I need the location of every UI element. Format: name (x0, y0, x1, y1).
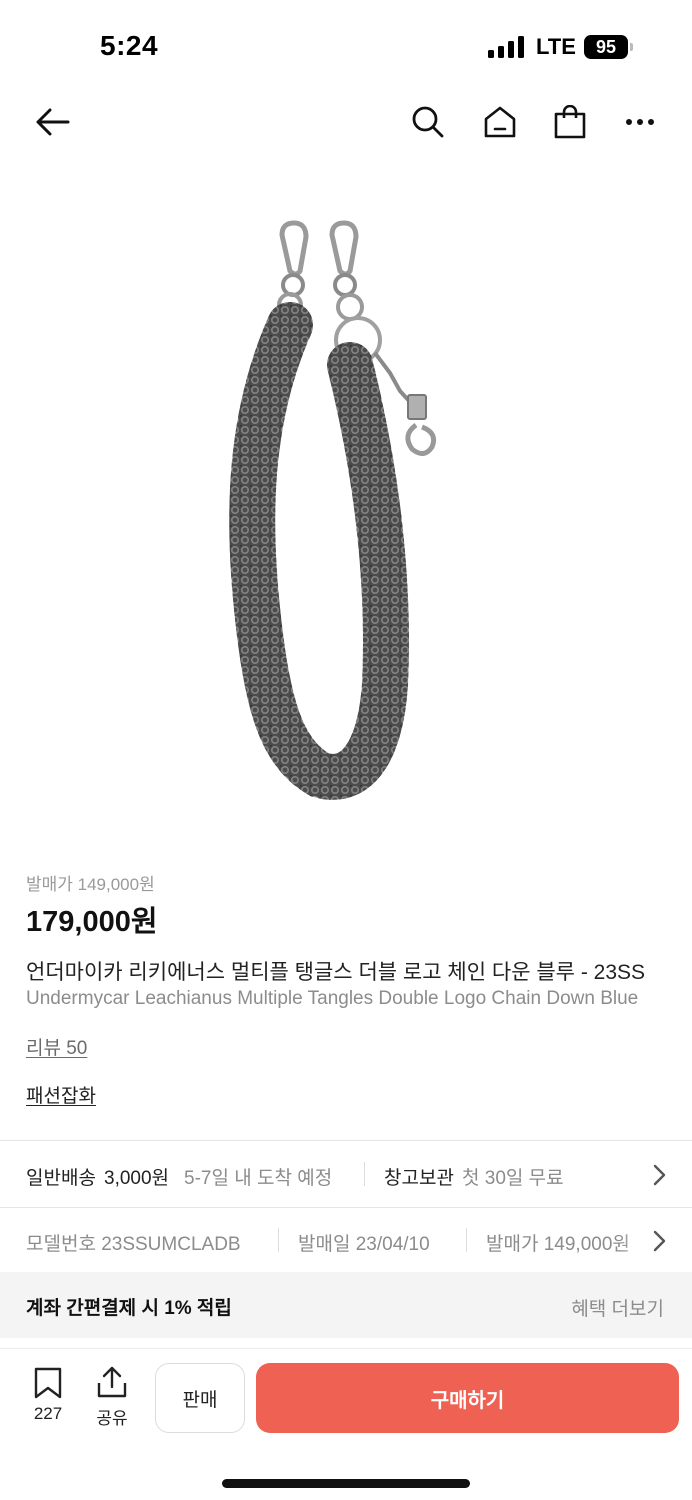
divider (0, 1140, 692, 1141)
share-icon[interactable] (95, 1365, 129, 1399)
network-label: LTE (536, 34, 576, 59)
chevron-right-icon (653, 1230, 666, 1252)
product-title-ko: 언더마이카 리키에너스 멀티플 탱글스 더블 로고 체인 다운 블루 - 23S… (26, 961, 646, 984)
storage-value: 첫 30일 무료 (462, 1168, 564, 1189)
bookmark-icon[interactable] (32, 1367, 64, 1399)
storage-label: 창고보관 (384, 1168, 454, 1189)
release-price: 발매가 149,000원 (486, 1234, 630, 1255)
shipping-eta: 5-7일 내 도착 예정 (184, 1168, 333, 1189)
status-bar: 5:24 LTE 95 (0, 0, 692, 92)
product-image[interactable] (190, 215, 490, 815)
search-icon[interactable] (404, 92, 452, 152)
separator (364, 1162, 365, 1186)
top-nav (0, 92, 692, 152)
product-title-en: Undermycar Leachianus Multiple Tangles D… (26, 988, 639, 1009)
sell-button[interactable]: 판매 (155, 1363, 245, 1433)
separator (278, 1228, 279, 1252)
separator (466, 1228, 467, 1252)
shipping-fee: 3,000원 (104, 1168, 170, 1189)
bottom-action-bar: 227 공유 판매 구매하기 (0, 1348, 692, 1500)
release-date: 발매일 23/04/10 (298, 1234, 430, 1255)
title-fade (652, 956, 692, 1016)
share-label[interactable]: 공유 (92, 1404, 132, 1429)
signal-icon (488, 36, 524, 58)
shopping-bag-icon[interactable] (546, 92, 594, 152)
home-indicator (222, 1479, 470, 1488)
shipping-row[interactable]: 일반배송 3,000원 5-7일 내 도착 예정 창고보관 첫 30일 무료 (0, 1142, 692, 1206)
more-icon[interactable] (616, 92, 664, 152)
store-link[interactable]: 패션잡화 (26, 1081, 96, 1108)
home-icon[interactable] (476, 92, 524, 152)
battery-tip (630, 43, 633, 51)
shipping-type: 일반배송 (26, 1168, 96, 1189)
spec-row[interactable]: 모델번호 23SSUMCLADB 발매일 23/04/10 발매가 149,00… (0, 1208, 692, 1272)
model-number: 모델번호 23SSUMCLADB (26, 1234, 241, 1255)
buy-button[interactable]: 구매하기 (256, 1363, 679, 1433)
review-link[interactable]: 리뷰 50 (26, 1033, 87, 1060)
status-time: 5:24 (100, 30, 159, 61)
bookmark-count: 227 (33, 1404, 63, 1423)
back-arrow-icon[interactable] (28, 92, 76, 152)
benefit-more-link[interactable]: 혜택 더보기 (571, 1294, 664, 1321)
original-price: 발매가 149,000원 (26, 875, 155, 894)
benefit-banner[interactable]: 계좌 간편결제 시 1% 적립 혜택 더보기 (0, 1272, 692, 1338)
benefit-text: 계좌 간편결제 시 1% 적립 (26, 1298, 232, 1319)
chevron-right-icon (653, 1164, 666, 1186)
battery-icon: 95 (584, 35, 628, 59)
price: 179,000원 (26, 906, 158, 938)
